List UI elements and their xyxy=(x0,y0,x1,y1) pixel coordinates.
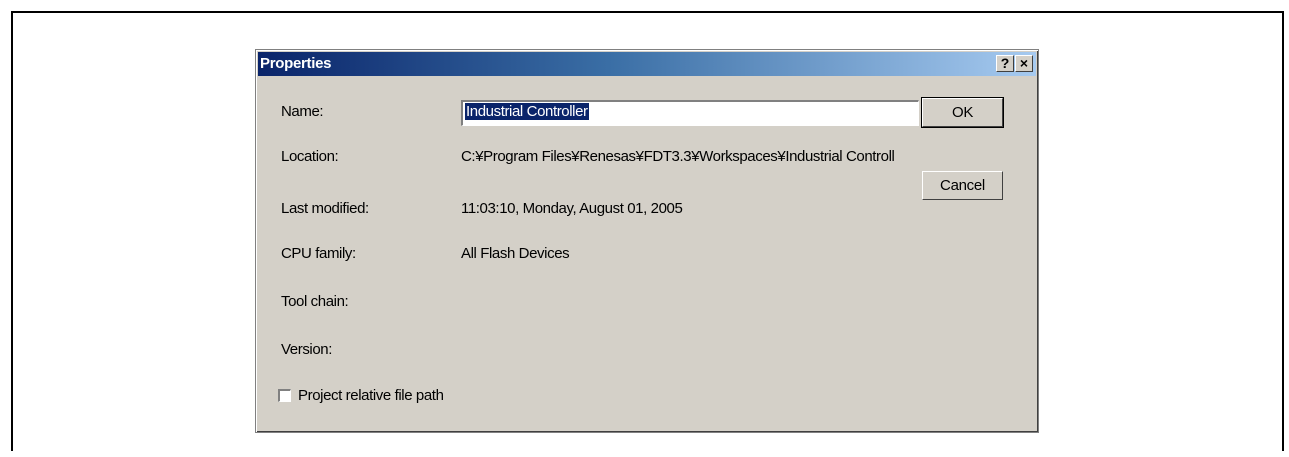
cpu-family-value: All Flash Devices xyxy=(461,245,570,262)
cpu-family-label: CPU family: xyxy=(281,245,356,262)
last-modified-label: Last modified: xyxy=(281,200,369,217)
version-label: Version: xyxy=(281,341,332,358)
window-title: Properties xyxy=(260,55,332,72)
name-input-value: Industrial Controller xyxy=(465,103,589,120)
tool-chain-label: Tool chain: xyxy=(281,293,349,310)
project-relative-label[interactable]: Project relative file path xyxy=(298,387,444,404)
cancel-button[interactable]: Cancel xyxy=(922,171,1003,200)
ok-button[interactable]: OK xyxy=(921,97,1004,128)
close-button[interactable]: × xyxy=(1015,55,1033,72)
properties-dialog: Properties ? × Name: Industrial Controll… xyxy=(255,49,1039,433)
title-bar: Properties ? × xyxy=(258,52,1036,76)
project-relative-checkbox[interactable] xyxy=(278,389,291,402)
name-label: Name: xyxy=(281,103,324,120)
help-button[interactable]: ? xyxy=(996,55,1014,72)
last-modified-value: 11:03:10, Monday, August 01, 2005 xyxy=(461,200,683,217)
name-input[interactable]: Industrial Controller xyxy=(461,100,919,126)
location-label: Location: xyxy=(281,148,339,165)
location-value: C:¥Program Files¥Renesas¥FDT3.3¥Workspac… xyxy=(461,148,895,165)
